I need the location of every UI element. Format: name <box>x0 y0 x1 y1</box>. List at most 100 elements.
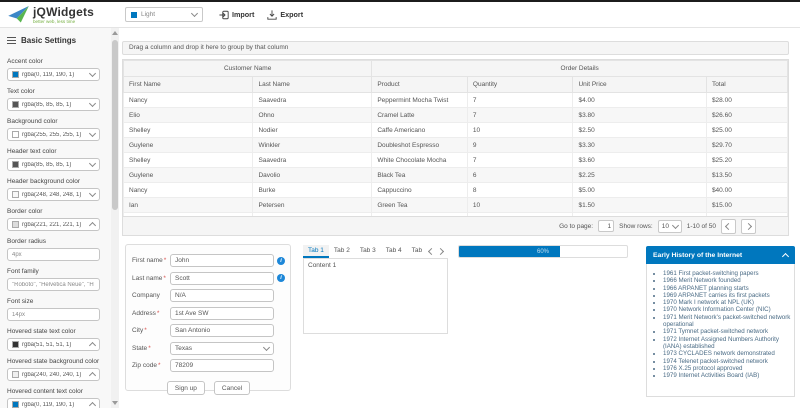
grid-cell: Ian <box>124 198 253 213</box>
logo-text-block: jQWidgets better web, less time <box>33 6 94 24</box>
scroll-down-icon[interactable] <box>112 401 118 405</box>
column-header[interactable]: Last Name <box>253 77 372 93</box>
setting-label: Hovered state text color <box>7 328 100 336</box>
chevron-down-icon <box>89 70 96 77</box>
table-row[interactable]: ShelleySaavedraWhite Chocolate Mocha7$3.… <box>124 153 788 168</box>
tab-3[interactable]: Tab 3 <box>355 245 381 258</box>
tab-5[interactable]: Tab <box>407 245 427 258</box>
sign-up-button[interactable]: Sign up <box>167 381 205 395</box>
sidebar-scrollbar[interactable] <box>111 28 119 408</box>
chevron-up-icon <box>89 222 96 229</box>
table-row[interactable]: NancySaavedraPeppermint Mocha Twist7$4.0… <box>124 93 788 108</box>
list-item: 1966 ARPANET planning starts <box>663 285 791 292</box>
grid-cell: Petersen <box>253 198 372 213</box>
color-dropdown[interactable]: rgba(85, 85, 85, 1) <box>7 98 100 111</box>
form-text-input[interactable] <box>170 307 274 320</box>
color-dropdown[interactable]: rgba(0, 119, 190, 1) <box>7 68 100 81</box>
next-page-button[interactable] <box>741 219 756 234</box>
column-header[interactable]: Total <box>706 77 787 93</box>
sidebar-setting: Border colorrgba(221, 221, 221, 1) <box>7 208 111 231</box>
sidebar-title: Basic Settings <box>21 36 76 45</box>
list-item: 1970 Mark I network at NPL (UK) <box>663 299 791 306</box>
color-dropdown[interactable]: rgba(248, 248, 248, 1) <box>7 188 100 201</box>
tab-4[interactable]: Tab 4 <box>381 245 407 258</box>
chevron-up-icon <box>782 252 789 259</box>
table-row[interactable]: GuyleneDavolioBlack Tea6$2.25$13.50 <box>124 168 788 183</box>
table-row[interactable]: ShelleyNodierCaffe Americano10$2.50$25.0… <box>124 123 788 138</box>
required-asterisk: * <box>148 345 151 352</box>
tab-1[interactable]: Tab 1 <box>303 245 329 258</box>
import-button[interactable]: Import <box>219 10 254 20</box>
list-item: 1971 Tymnet packet-switched network <box>663 328 791 335</box>
setting-label: Hovered state background color <box>7 358 100 366</box>
table-row[interactable]: ElioOhnoCramel Latte7$3.80$26.60 <box>124 108 788 123</box>
form-text-input[interactable] <box>170 324 274 337</box>
panel-body: 1961 First packet-switching papers1966 M… <box>646 264 795 397</box>
setting-label: Hovered content text color <box>7 388 100 396</box>
sidebar-setting: Font family <box>7 268 111 291</box>
color-swatch <box>12 101 19 108</box>
color-dropdown[interactable]: rgba(0, 119, 190, 1) <box>7 398 100 408</box>
group-drop-zone[interactable]: Drag a column and drop it here to group … <box>122 41 789 55</box>
grid-cell: Cappuccino <box>372 183 468 198</box>
form-text-input[interactable] <box>170 254 274 267</box>
page-number-input[interactable] <box>598 220 614 232</box>
grid-cell: 7 <box>467 108 573 123</box>
required-asterisk: * <box>164 257 167 264</box>
jqwidgets-logo[interactable]: jQWidgets better web, less time <box>8 6 117 24</box>
table-row[interactable]: GuyleneWinklerDoubleshot Espresso9$3.30$… <box>124 138 788 153</box>
panel-header[interactable]: Early History of the Internet <box>646 246 795 264</box>
chevron-down-icon <box>191 10 198 17</box>
list-item: 1969 ARPANET carries its first packets <box>663 292 791 299</box>
sidebar-setting: Header text color rgba(85, 85, 85, 1) <box>7 148 111 171</box>
column-header[interactable]: Unit Price <box>573 77 706 93</box>
column-group-header[interactable]: Order Details <box>372 61 788 77</box>
grid-cell: Ohno <box>253 108 372 123</box>
column-group-header[interactable]: Customer Name <box>124 61 372 77</box>
color-dropdown[interactable]: rgba(85, 85, 85, 1) <box>7 158 100 171</box>
column-header[interactable]: First Name <box>124 77 253 93</box>
cancel-button[interactable]: Cancel <box>214 381 250 395</box>
setting-label: Header text color <box>7 148 100 156</box>
table-row[interactable]: NancyBurkeCappuccino8$5.00$40.00 <box>124 183 788 198</box>
sidebar-fields: Accent colorrgba(0, 119, 190, 1)Text col… <box>7 58 111 408</box>
color-dropdown[interactable]: rgba(221, 221, 221, 1) <box>7 218 100 231</box>
table-row[interactable]: IanPetersenGreen Tea10$1.50$15.00 <box>124 198 788 213</box>
grid-cell: Guylene <box>124 168 253 183</box>
form-text-input[interactable] <box>170 272 274 285</box>
setting-text-input[interactable] <box>7 308 100 321</box>
form-text-input[interactable] <box>170 359 274 372</box>
info-icon[interactable]: i <box>277 274 285 282</box>
list-item: 1979 Internet Activities Board (IAB) <box>663 372 791 379</box>
grid-cell: Burke <box>253 183 372 198</box>
tab-2[interactable]: Tab 2 <box>329 245 355 258</box>
tab-scroll-left-button[interactable] <box>427 245 436 258</box>
import-label: Import <box>232 10 254 19</box>
color-dropdown[interactable]: rgba(240, 240, 240, 1) <box>7 368 100 381</box>
chevron-down-icon <box>89 130 96 137</box>
logo-tagline: better web, less time <box>33 19 94 24</box>
tab-scroll-right-button[interactable] <box>436 245 445 258</box>
setting-text-input[interactable] <box>7 278 100 291</box>
theme-dropdown[interactable]: Light <box>125 7 203 22</box>
form-text-input[interactable] <box>170 289 274 302</box>
state-select[interactable]: Texas <box>170 342 274 355</box>
info-icon[interactable]: i <box>277 257 285 265</box>
field-label-text: First name <box>132 257 163 264</box>
form-field-row: Last name*i <box>132 272 285 285</box>
export-label: Export <box>280 10 303 19</box>
color-dropdown[interactable]: rgba(51, 51, 51, 1) <box>7 338 100 351</box>
scrollbar-thumb[interactable] <box>112 40 118 210</box>
menu-icon[interactable] <box>7 37 16 44</box>
rows-per-page-select[interactable]: 10 <box>658 220 682 233</box>
color-dropdown[interactable]: rgba(255, 255, 255, 1) <box>7 128 100 141</box>
prev-page-button[interactable] <box>721 219 736 234</box>
column-header[interactable]: Quantity <box>467 77 573 93</box>
setting-text-input[interactable] <box>7 248 100 261</box>
export-button[interactable]: Export <box>267 10 303 20</box>
setting-label: Text color <box>7 88 100 96</box>
show-rows-label: Show rows: <box>619 223 653 230</box>
scroll-up-icon[interactable] <box>112 31 118 35</box>
grid-cell: $5.00 <box>573 183 706 198</box>
column-header[interactable]: Product <box>372 77 468 93</box>
